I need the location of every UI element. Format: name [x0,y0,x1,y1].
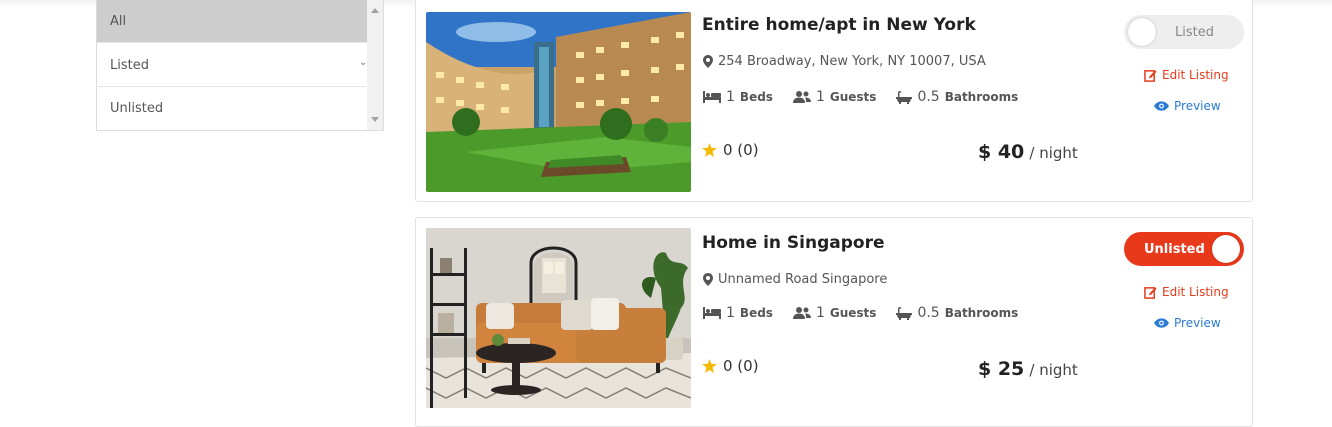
listing-photo[interactable] [426,12,691,192]
map-pin-icon [703,273,713,286]
bath-icon [896,90,913,104]
star-icon [702,143,717,157]
toggle-label: Unlisted [1144,241,1205,257]
price-amount: $ 25 [978,358,1025,380]
listing-card: Home in Singapore Unnamed Road Singapore… [415,217,1253,427]
listing-photo[interactable] [426,228,691,408]
users-icon [792,91,811,103]
listing-rating: 0 (0) [702,357,759,375]
bathrooms-label: Bathrooms [944,90,1019,104]
edit-listing-link[interactable]: Edit Listing [1144,285,1229,299]
users-icon [792,307,811,319]
listing-amenities: 1 Beds 1 Guests 0.5 Bathrooms [703,305,1018,321]
listing-address: 254 Broadway, New York, NY 10007, USA [703,54,986,69]
eye-icon [1154,318,1169,328]
map-pin-icon [703,55,713,68]
guests-info: 1 Guests [792,89,877,105]
address-text: 254 Broadway, New York, NY 10007, USA [718,54,986,69]
toggle-knob [1212,235,1240,263]
edit-listing-label: Edit Listing [1162,285,1229,299]
bathrooms-info: 0.5 Bathrooms [896,305,1018,321]
listing-status-toggle[interactable]: Unlisted [1124,232,1244,266]
edit-icon [1144,69,1157,82]
price-unit: / night [1029,361,1078,379]
bed-icon [703,91,721,103]
guests-count: 1 [815,305,825,321]
bathrooms-info: 0.5 Bathrooms [896,89,1018,105]
beds-label: Beds [739,90,773,104]
filter-scrollbar[interactable] [367,0,383,130]
edit-listing-label: Edit Listing [1162,68,1229,82]
listing-card: Entire home/apt in New York 254 Broadway… [415,0,1253,202]
bathrooms-count: 0.5 [917,305,940,321]
listing-title[interactable]: Entire home/apt in New York [702,15,976,35]
guests-count: 1 [815,89,825,105]
status-filter-list[interactable]: All Listed Unlisted ⌄ [96,0,384,131]
address-text: Unnamed Road Singapore [718,272,888,287]
price-amount: $ 40 [978,141,1025,163]
guests-label: Guests [829,90,877,104]
listing-price: $ 40 / night [978,141,1078,163]
edit-icon [1144,286,1157,299]
bath-icon [896,306,913,320]
price-unit: / night [1029,144,1078,162]
listing-amenities: 1 Beds 1 Guests 0.5 Bathrooms [703,89,1018,105]
beds-label: Beds [739,306,773,320]
beds-info: 1 Beds [703,89,773,105]
beds-count: 1 [726,89,735,105]
beds-count: 1 [726,305,735,321]
filter-option-listed[interactable]: Listed [97,44,368,87]
eye-icon [1154,101,1169,111]
rating-text: 0 (0) [723,357,759,375]
filter-option-unlisted[interactable]: Unlisted [97,87,368,130]
guests-info: 1 Guests [792,305,877,321]
guests-label: Guests [829,306,877,320]
preview-link[interactable]: Preview [1154,99,1221,113]
bathrooms-count: 0.5 [917,89,940,105]
preview-label: Preview [1174,99,1221,113]
listing-price: $ 25 / night [978,358,1078,380]
filter-option-all[interactable]: All [97,0,368,43]
listing-status-toggle[interactable]: Listed [1124,15,1244,49]
preview-label: Preview [1174,316,1221,330]
toggle-knob [1128,18,1156,46]
rating-text: 0 (0) [723,141,759,159]
edit-listing-link[interactable]: Edit Listing [1144,68,1229,82]
scroll-up-arrow-icon[interactable] [371,8,379,13]
bathrooms-label: Bathrooms [944,306,1019,320]
toggle-label: Listed [1175,24,1214,40]
listing-address: Unnamed Road Singapore [703,272,887,287]
listing-title[interactable]: Home in Singapore [702,233,885,253]
listing-rating: 0 (0) [702,141,759,159]
preview-link[interactable]: Preview [1154,316,1221,330]
beds-info: 1 Beds [703,305,773,321]
star-icon [702,359,717,373]
scroll-down-arrow-icon[interactable] [371,117,379,122]
bed-icon [703,307,721,319]
